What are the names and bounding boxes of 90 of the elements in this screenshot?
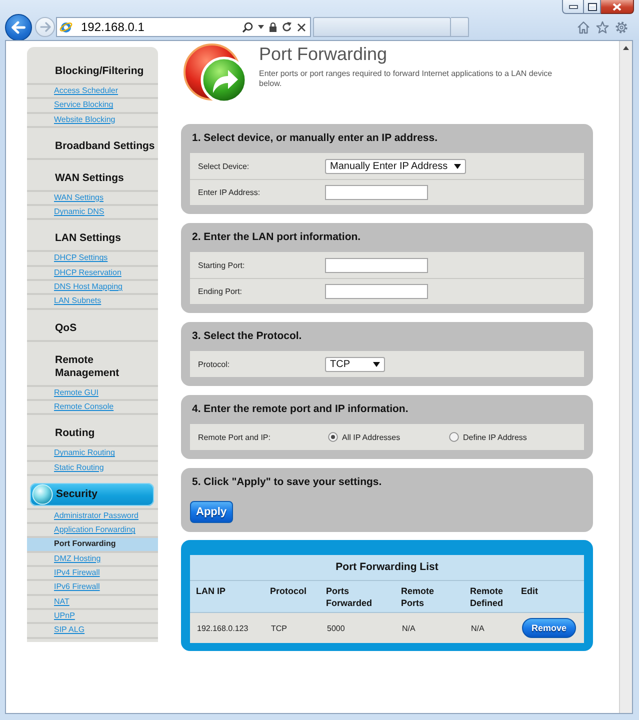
section-heading: 3. Select the Protocol. (191, 329, 303, 344)
sidebar-section[interactable]: LAN Settings (55, 232, 155, 246)
sidebar-link[interactable]: Port Forwarding (27, 538, 158, 551)
sidebar-link[interactable]: IPv6 Firewall (27, 581, 158, 594)
settings-icon[interactable] (615, 20, 628, 34)
sidebar-section[interactable]: QoS (55, 322, 155, 335)
sidebar-section[interactable]: Blocking/Filtering (55, 65, 155, 78)
close-icon (612, 2, 622, 10)
table-cell-text: N/A (401, 624, 416, 632)
radio-label[interactable]: All IP Addresses (342, 432, 400, 442)
sidebar-link[interactable]: DNS Host Mapping (27, 281, 158, 294)
input-field[interactable] (325, 258, 428, 272)
sidebar-link[interactable]: SIP ALG (27, 624, 158, 637)
close-button[interactable] (601, 0, 634, 14)
apply-button[interactable]: Apply (190, 501, 233, 523)
lock-icon[interactable] (269, 22, 277, 32)
field-label: Enter IP Address: (197, 188, 262, 197)
maximize-icon (588, 2, 596, 10)
sidebar-link[interactable]: LAN Subnets (27, 295, 158, 308)
sphere-icon (32, 484, 53, 505)
star-icon[interactable] (596, 20, 609, 34)
search-icon[interactable] (242, 22, 253, 32)
sidebar-link[interactable]: Remote Console (27, 400, 158, 414)
radio-button[interactable] (328, 432, 338, 442)
sidebar-link[interactable]: Dynamic DNS (27, 206, 158, 218)
column-header: Remote Defined (469, 585, 504, 609)
column-header: LAN IP (195, 585, 227, 598)
table-cell-text: TCP (270, 624, 288, 632)
address-bar[interactable]: 192.168.0.1 (56, 17, 311, 37)
input-field[interactable] (325, 185, 428, 200)
sidebar-section[interactable]: WAN Settings (55, 172, 155, 185)
sidebar-section[interactable]: Routing (55, 427, 155, 440)
section-heading: 2. Enter the LAN port information. (191, 230, 362, 245)
sidebar-link[interactable]: Static Routing (27, 462, 158, 474)
sidebar-link[interactable]: Access Scheduler (27, 85, 158, 98)
page-description: Enter ports or port ranges required to forward Internet applications to a LAN device below. (259, 69, 554, 89)
radio-label[interactable]: Define IP Address (463, 432, 527, 442)
scrollbar[interactable] (619, 41, 632, 713)
table-cell-text: 5000 (326, 624, 346, 632)
minimize-button[interactable] (562, 0, 583, 14)
sidebar-link[interactable]: Dynamic Routing (27, 447, 158, 460)
caret-icon[interactable] (258, 25, 264, 29)
sidebar-link[interactable]: Website Blocking (27, 114, 158, 126)
sidebar-link[interactable]: WAN Settings (27, 192, 158, 204)
column-header: Edit (520, 585, 539, 598)
sidebar-section[interactable]: Broadband Settings (55, 140, 155, 153)
sidebar-link[interactable]: UPnP (27, 610, 158, 622)
section-heading: 4. Enter the remote port and IP information. (191, 402, 410, 417)
field-label: Starting Port: (197, 260, 246, 270)
field-label: Ending Port: (197, 287, 244, 296)
dropdown[interactable]: Manually Enter IP Address (325, 158, 466, 174)
field-label: Remote Port and IP: (197, 432, 272, 442)
caret-icon (373, 362, 380, 366)
caret-icon (454, 164, 461, 168)
sidebar-link[interactable]: Administrator Password (27, 510, 158, 522)
sidebar-link[interactable]: IPv4 Firewall (27, 567, 158, 580)
sidebar-link[interactable]: Service Blocking (27, 99, 158, 112)
browser-logo-icon (59, 20, 73, 34)
column-header: Remote Ports (400, 585, 436, 609)
maximize-button[interactable] (583, 0, 601, 14)
close-icon[interactable] (297, 22, 306, 32)
dropdown[interactable]: TCP (325, 356, 385, 372)
minimize-icon (568, 4, 578, 8)
sidebar-section[interactable]: Remote Management (55, 354, 155, 380)
radio-button[interactable] (449, 432, 459, 442)
column-header: Ports Forwarded (325, 585, 374, 609)
sidebar-section[interactable]: Security (30, 482, 154, 506)
sidebar-link[interactable]: DHCP Reservation (27, 266, 158, 280)
section-heading: 5. Click "Apply" to save your settings. (191, 475, 383, 490)
page-title: Port Forwarding (259, 43, 388, 65)
remove-button[interactable]: Remove (522, 618, 576, 638)
input-field[interactable] (325, 284, 428, 299)
field-label: Select Device: (197, 162, 250, 170)
sidebar-link[interactable]: DMZ Hosting (27, 552, 158, 566)
section-heading: 1. Select device, or manually enter an IP address. (191, 131, 439, 146)
sidebar-link[interactable]: Remote GUI (27, 386, 158, 399)
left-arrow-icon (11, 20, 26, 34)
home-icon[interactable] (577, 20, 590, 34)
field-label: Protocol: (197, 360, 231, 368)
refresh-icon[interactable] (282, 22, 292, 32)
sidebar-link[interactable]: Application Forwarding (27, 524, 158, 536)
sidebar-link[interactable]: DHCP Settings (27, 252, 158, 265)
sidebar-link[interactable]: NAT (27, 596, 158, 608)
up-arrow-icon[interactable] (623, 46, 629, 50)
right-arrow-icon (40, 22, 50, 32)
back-button[interactable] (5, 14, 32, 40)
table-title: Port Forwarding List (190, 555, 584, 581)
table-cell-text: N/A (470, 624, 486, 632)
table-cell-text: 192.168.0.123 (196, 624, 250, 632)
column-header: Protocol (269, 585, 308, 598)
